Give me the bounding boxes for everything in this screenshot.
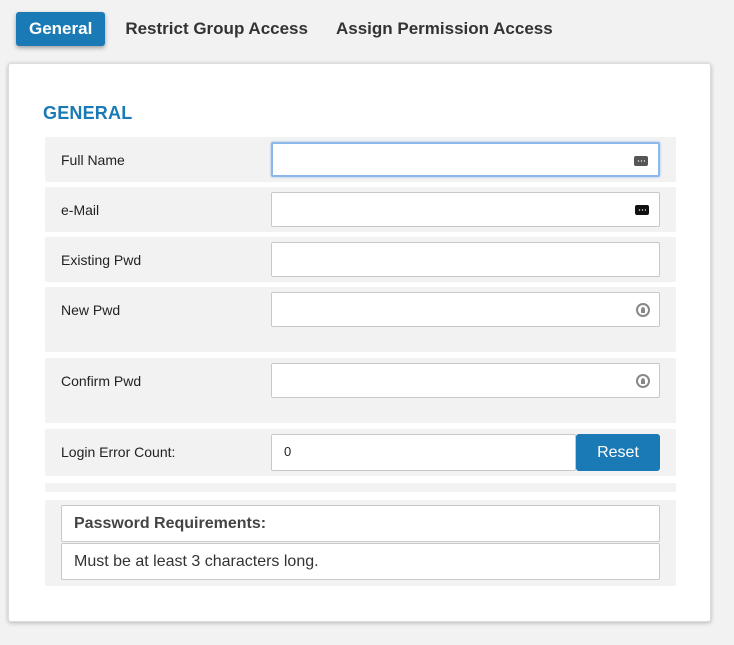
existing-pwd-input[interactable] [271,242,660,277]
existing-pwd-label: Existing Pwd [61,252,142,268]
password-requirement-item: Must be at least 3 characters long. [61,543,660,580]
general-panel: GENERAL Full Name e-Mail Existing Pwd Ne… [8,63,711,622]
login-error-count-row: Login Error Count: 0 Reset [45,429,676,476]
password-key-icon[interactable] [636,374,650,388]
new-pwd-label: New Pwd [61,302,121,318]
existing-pwd-row: Existing Pwd [45,237,676,282]
tab-general[interactable]: General [16,12,106,46]
login-error-count-value: 0 [284,444,292,459]
new-pwd-input[interactable] [271,292,660,327]
password-requirement-text: Must be at least 3 characters long. [74,553,319,570]
password-requirements-panel: Password Requirements: Must be at least … [45,500,676,586]
reset-button[interactable]: Reset [576,434,660,471]
login-error-count-label: Login Error Count: [61,444,176,460]
email-row: e-Mail [45,187,676,232]
password-requirements-header: Password Requirements: [61,505,660,542]
password-requirements-title: Password Requirements: [74,515,267,532]
full-name-row: Full Name [45,137,676,182]
email-input[interactable] [271,192,660,227]
new-pwd-row: New Pwd [45,287,676,352]
separator-row [45,483,676,492]
password-manager-icon[interactable] [635,205,649,215]
email-label: e-Mail [61,202,100,218]
confirm-pwd-input[interactable] [271,363,660,398]
password-manager-icon[interactable] [634,156,648,166]
confirm-pwd-row: Confirm Pwd [45,358,676,423]
tab-assign-permission-access[interactable]: Assign Permission Access [324,12,565,46]
tab-bar: General Restrict Group Access Assign Per… [16,12,565,46]
full-name-label: Full Name [61,152,125,168]
full-name-input[interactable] [271,142,660,177]
section-title: GENERAL [43,103,133,123]
confirm-pwd-label: Confirm Pwd [61,373,142,389]
password-key-icon[interactable] [636,303,650,317]
login-error-count-input[interactable]: 0 [271,434,576,471]
tab-restrict-group-access[interactable]: Restrict Group Access [113,12,320,46]
